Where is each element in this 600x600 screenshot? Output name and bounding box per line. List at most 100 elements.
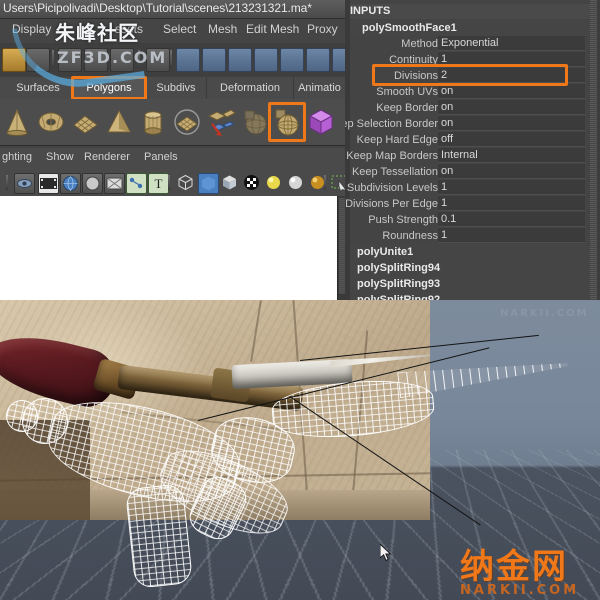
point-snap-icon[interactable]: [306, 48, 330, 72]
attr-row-push-strength[interactable]: Push Strength 0.1: [350, 212, 590, 228]
attr-row-method[interactable]: Method Exponential: [350, 36, 590, 52]
tab-subdivs[interactable]: Subdivs: [146, 77, 207, 99]
menu-item-edit-mesh[interactable]: Edit Mesh: [246, 22, 299, 36]
channel-box-node-polysplitring92[interactable]: polySplitRing92: [350, 292, 590, 300]
attr-row-keep-selection-border[interactable]: Keep Selection Border on: [345, 116, 590, 132]
channel-box-node-polyunite1[interactable]: polyUnite1: [350, 244, 590, 260]
toolbar-separator-1: [52, 50, 54, 68]
attr-label-keep-hard-edge: Keep Hard Edge: [356, 134, 438, 146]
menu-item-mesh[interactable]: Mesh: [208, 22, 237, 36]
attr-row-divisions[interactable]: Divisions 2: [350, 68, 590, 84]
film-gate-icon[interactable]: [38, 173, 59, 194]
save-scene-icon[interactable]: [26, 48, 50, 72]
channel-box-scrollbar[interactable]: [590, 0, 597, 300]
poly-cylinder-icon[interactable]: [138, 107, 168, 137]
new-layer-icon[interactable]: [110, 48, 134, 72]
channel-box-node-polysplitring94[interactable]: polySplitRing94: [350, 260, 590, 276]
attr-value-method[interactable]: Exponential: [438, 36, 585, 51]
smooth-proxy-icon[interactable]: [272, 107, 302, 137]
attr-row-keep-hard-edge[interactable]: Keep Hard Edge off: [350, 132, 590, 148]
poly-plane-icon[interactable]: [70, 107, 100, 137]
textured-shade-icon[interactable]: [242, 173, 261, 192]
poly-torus-icon[interactable]: [36, 107, 66, 137]
isolate-select-icon[interactable]: [330, 173, 345, 193]
snap-grid-icon[interactable]: [146, 48, 170, 72]
polygons-shelf[interactable]: [0, 99, 345, 146]
attr-value-smooth-uvs[interactable]: on: [438, 84, 585, 99]
wireframe-shading-icon[interactable]: [176, 173, 195, 192]
poly-pyramid-icon[interactable]: [104, 107, 134, 137]
attr-label-smooth-uvs: Smooth UVs: [376, 86, 438, 98]
attr-value-keep-border[interactable]: on: [438, 100, 585, 115]
panel-vertical-scrollbar[interactable]: [337, 196, 345, 300]
attr-value-divisions[interactable]: 2: [438, 68, 585, 83]
poly-sphere-dim-icon[interactable]: [240, 107, 270, 137]
toolbar-separator-2: [138, 50, 140, 68]
flat-shade-icon[interactable]: [220, 173, 239, 192]
status-line-toolbar[interactable]: [0, 43, 345, 78]
attr-value-keep-hard-edge[interactable]: off: [438, 132, 585, 147]
menu-item-proxy[interactable]: Proxy: [307, 22, 338, 36]
channel-box-inputs-header: INPUTS: [350, 4, 590, 19]
move-tool-icon[interactable]: [176, 48, 200, 72]
attr-value-keep-selection-border[interactable]: on: [438, 116, 585, 131]
attr-row-smooth-uvs[interactable]: Smooth UVs on: [350, 84, 590, 100]
render-icon[interactable]: [332, 48, 345, 72]
poly-prism-icon[interactable]: [172, 107, 202, 137]
attr-row-divisions-per-edge[interactable]: Divisions Per Edge 1: [345, 196, 590, 212]
menu-item-select[interactable]: Select: [163, 22, 196, 36]
attr-row-subdivision-levels[interactable]: Subdivision Levels 1: [347, 180, 590, 196]
attr-row-keep-map-borders[interactable]: Keep Map Borders Internal: [346, 148, 590, 164]
attr-label-divisions: Divisions: [393, 70, 438, 82]
main-menu-bar[interactable]: Display ssets Select Mesh Edit Mesh Prox…: [0, 19, 345, 43]
channel-box-node-polysmoothface1[interactable]: polySmoothFace1: [350, 20, 590, 36]
panel-menu-lighting[interactable]: ghting: [2, 151, 32, 163]
smooth-shade-icon[interactable]: [198, 173, 219, 194]
attr-value-push-strength[interactable]: 0.1: [438, 212, 585, 227]
curve-snap-icon[interactable]: [228, 48, 252, 72]
attr-value-keep-tessellation[interactable]: on: [438, 164, 585, 179]
maya-application-window: Users\Picipolivadi\Desktop\Tutorial\scen…: [0, 0, 600, 600]
viewport-toolbar[interactable]: T: [0, 170, 345, 197]
redo-icon[interactable]: [84, 48, 108, 72]
attr-value-subdivision-levels[interactable]: 1: [438, 180, 585, 195]
shelf-tab-bar[interactable]: Surfaces Polygons Subdivs Deformation An…: [0, 76, 345, 100]
tab-polygons[interactable]: Polygons: [73, 77, 146, 99]
field-chart-icon[interactable]: [82, 173, 103, 194]
select-mask-icon[interactable]: [14, 173, 35, 194]
3d-viewport[interactable]: NARKII.COM 纳金网 NARKII.COM: [0, 300, 600, 600]
tab-surfaces[interactable]: Surfaces: [4, 77, 73, 99]
xray-joints-icon[interactable]: [126, 173, 147, 194]
tab-animation[interactable]: Animatio: [294, 77, 345, 99]
attr-value-keep-map-borders[interactable]: Internal: [438, 148, 585, 163]
attr-value-divisions-per-edge[interactable]: 1: [438, 196, 585, 211]
menu-item-assets[interactable]: ssets: [115, 22, 143, 36]
viewport-panel-menu[interactable]: ghting Show Renderer Panels: [0, 148, 345, 170]
panel-sep-2: [168, 175, 170, 190]
attr-value-continuity[interactable]: 1: [438, 52, 585, 67]
use-all-lights-icon[interactable]: [286, 173, 305, 192]
text-overlay-icon[interactable]: T: [148, 173, 169, 194]
attr-row-continuity[interactable]: Continuity 1: [350, 52, 590, 68]
tab-deformation[interactable]: Deformation: [207, 77, 294, 99]
channel-box-node-polysplitring93[interactable]: polySplitRing93: [350, 276, 590, 292]
poly-cone-icon[interactable]: [2, 107, 32, 137]
undo-icon[interactable]: [58, 48, 82, 72]
panel-menu-show[interactable]: Show: [46, 151, 74, 163]
use-default-light-icon[interactable]: [264, 173, 283, 192]
safe-action-icon[interactable]: [104, 173, 125, 194]
panel-menu-renderer[interactable]: Renderer: [84, 151, 130, 163]
attr-value-roundness[interactable]: 1: [438, 228, 585, 243]
surface-snap-icon[interactable]: [254, 48, 278, 72]
menu-item-display[interactable]: Display: [12, 22, 51, 36]
subdiv-proxy-cube-icon[interactable]: [306, 107, 336, 137]
attr-row-roundness[interactable]: Roundness 1: [350, 228, 590, 244]
open-scene-icon[interactable]: [2, 48, 26, 72]
attr-row-keep-tessellation[interactable]: Keep Tessellation on: [350, 164, 590, 180]
view-snap-icon[interactable]: [280, 48, 304, 72]
resolution-gate-icon[interactable]: [60, 173, 81, 194]
attr-row-keep-border[interactable]: Keep Border on: [350, 100, 590, 116]
rotate-tool-icon[interactable]: [202, 48, 226, 72]
panel-menu-panels[interactable]: Panels: [144, 151, 178, 163]
combine-icon[interactable]: [206, 107, 236, 137]
